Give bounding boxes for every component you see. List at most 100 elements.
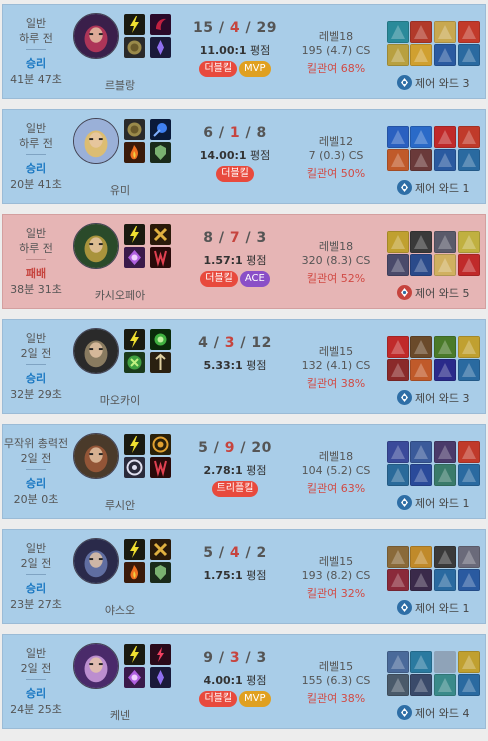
rune-secondary-icon[interactable] (150, 352, 171, 373)
summoner-spell-1-icon[interactable] (124, 329, 145, 350)
item-slot-icon[interactable] (434, 464, 456, 486)
rune-secondary-icon[interactable] (150, 142, 171, 163)
match-row[interactable]: 일반 2일 전 승리 32분 29초 마오카이 4 / 3 / 12 5.33:… (2, 319, 486, 414)
match-row[interactable]: 무작위 총력전 2일 전 승리 20분 0초 루시안 5 / 9 / 20 2.… (2, 424, 486, 519)
summoner-spell-1-icon[interactable] (124, 14, 145, 35)
item-slot-icon[interactable] (387, 149, 409, 171)
summoner-spell-1-icon[interactable] (124, 434, 145, 455)
item-slot-icon[interactable] (434, 21, 456, 43)
match-row[interactable]: 일반 2일 전 승리 24분 25초 케넨 9 / 3 / 3 4.00:1 평… (2, 634, 486, 729)
item-slot-icon[interactable] (387, 464, 409, 486)
rune-primary-icon[interactable] (150, 119, 171, 140)
item-slot-icon[interactable] (410, 674, 432, 696)
item-slot-icon[interactable] (410, 651, 432, 673)
trinket-item-icon[interactable] (458, 359, 480, 381)
item-slot-icon[interactable] (387, 254, 409, 276)
champion-portrait[interactable] (73, 328, 119, 374)
item-slot-icon[interactable] (434, 674, 456, 696)
item-slot-icon[interactable] (434, 336, 456, 358)
item-slot-icon[interactable] (387, 126, 409, 148)
summoner-spell-2-icon[interactable] (124, 142, 145, 163)
match-row[interactable]: 일반 하루 전 패배 38분 31초 카시오페아 8 / 7 / 3 1.57:… (2, 214, 486, 309)
rune-secondary-icon[interactable] (150, 562, 171, 583)
champion-name[interactable]: 케넨 (65, 707, 175, 723)
rune-primary-icon[interactable] (150, 539, 171, 560)
summoner-spell-1-icon[interactable] (124, 119, 145, 140)
champion-name[interactable]: 유미 (65, 182, 175, 198)
item-slot-icon[interactable] (410, 254, 432, 276)
summoner-spell-1-icon[interactable] (124, 539, 145, 560)
item-slot-icon[interactable] (458, 231, 480, 253)
summoner-spell-2-icon[interactable] (124, 667, 145, 688)
champion-name[interactable]: 마오카이 (65, 392, 175, 408)
item-slot-icon[interactable] (410, 21, 432, 43)
item-slot-icon[interactable] (410, 231, 432, 253)
item-slot-icon[interactable] (410, 441, 432, 463)
item-slot-icon[interactable] (434, 126, 456, 148)
item-slot-icon[interactable] (434, 441, 456, 463)
champion-portrait[interactable] (73, 538, 119, 584)
item-slot-icon[interactable] (410, 359, 432, 381)
champion-name[interactable]: 루시안 (65, 497, 175, 513)
item-slot-icon[interactable] (434, 651, 456, 673)
item-slot-icon[interactable] (410, 464, 432, 486)
item-slot-icon[interactable] (458, 21, 480, 43)
item-slot-icon[interactable] (387, 651, 409, 673)
item-slot-icon[interactable] (387, 336, 409, 358)
summoner-spell-2-icon[interactable] (124, 352, 145, 373)
item-slot-icon[interactable] (410, 126, 432, 148)
trinket-item-icon[interactable] (458, 44, 480, 66)
champion-name[interactable]: 야스오 (65, 602, 175, 618)
champion-portrait[interactable] (73, 13, 119, 59)
summoner-spell-2-icon[interactable] (124, 562, 145, 583)
trinket-item-icon[interactable] (458, 569, 480, 591)
item-slot-icon[interactable] (387, 359, 409, 381)
item-slot-icon[interactable] (410, 336, 432, 358)
item-slot-icon[interactable] (458, 441, 480, 463)
champion-name[interactable]: 르블랑 (65, 77, 175, 93)
item-slot-icon[interactable] (387, 546, 409, 568)
rune-primary-icon[interactable] (150, 224, 171, 245)
match-row[interactable]: 일반 하루 전 승리 20분 41초 유미 6 / 1 / 8 14.00:1 … (2, 109, 486, 204)
item-slot-icon[interactable] (387, 441, 409, 463)
item-slot-icon[interactable] (434, 254, 456, 276)
trinket-item-icon[interactable] (458, 149, 480, 171)
item-slot-icon[interactable] (434, 44, 456, 66)
trinket-item-icon[interactable] (458, 674, 480, 696)
item-slot-icon[interactable] (434, 546, 456, 568)
champion-name[interactable]: 카시오페아 (65, 287, 175, 303)
item-slot-icon[interactable] (410, 569, 432, 591)
rune-primary-icon[interactable] (150, 434, 171, 455)
item-slot-icon[interactable] (410, 44, 432, 66)
item-slot-icon[interactable] (458, 336, 480, 358)
item-slot-icon[interactable] (434, 569, 456, 591)
item-slot-icon[interactable] (410, 546, 432, 568)
item-slot-icon[interactable] (387, 21, 409, 43)
champion-portrait[interactable] (73, 223, 119, 269)
match-row[interactable]: 일반 2일 전 승리 23분 27초 야스오 5 / 4 / 2 1.75:1 … (2, 529, 486, 624)
item-slot-icon[interactable] (387, 44, 409, 66)
item-slot-icon[interactable] (458, 546, 480, 568)
summoner-spell-1-icon[interactable] (124, 224, 145, 245)
item-slot-icon[interactable] (387, 231, 409, 253)
rune-secondary-icon[interactable] (150, 37, 171, 58)
rune-primary-icon[interactable] (150, 14, 171, 35)
item-slot-icon[interactable] (458, 651, 480, 673)
item-slot-icon[interactable] (387, 569, 409, 591)
summoner-spell-2-icon[interactable] (124, 37, 145, 58)
item-slot-icon[interactable] (434, 149, 456, 171)
item-slot-icon[interactable] (387, 674, 409, 696)
rune-secondary-icon[interactable] (150, 247, 171, 268)
rune-secondary-icon[interactable] (150, 667, 171, 688)
item-slot-icon[interactable] (434, 231, 456, 253)
item-slot-icon[interactable] (434, 359, 456, 381)
trinket-item-icon[interactable] (458, 254, 480, 276)
item-slot-icon[interactable] (458, 126, 480, 148)
summoner-spell-1-icon[interactable] (124, 644, 145, 665)
rune-primary-icon[interactable] (150, 644, 171, 665)
champion-portrait[interactable] (73, 433, 119, 479)
summoner-spell-2-icon[interactable] (124, 247, 145, 268)
rune-secondary-icon[interactable] (150, 457, 171, 478)
summoner-spell-2-icon[interactable] (124, 457, 145, 478)
item-slot-icon[interactable] (410, 149, 432, 171)
